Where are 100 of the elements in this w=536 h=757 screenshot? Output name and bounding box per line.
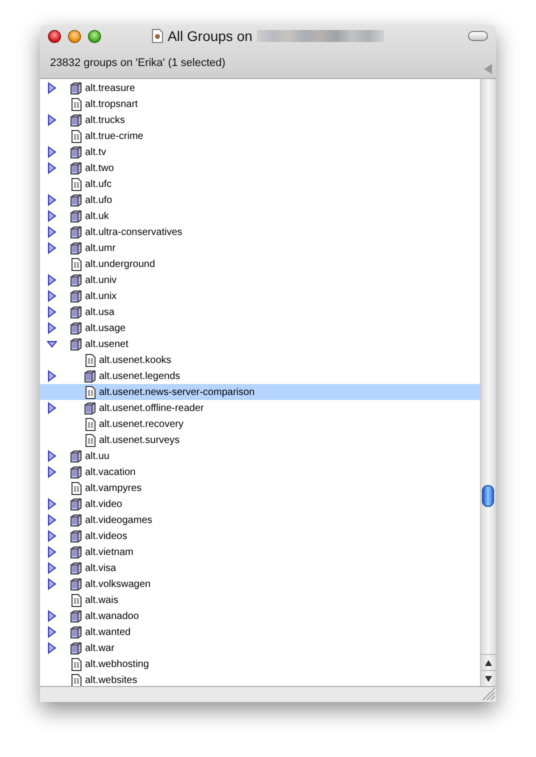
box-icon	[70, 114, 83, 126]
tree-row[interactable]: alt.usenet.offline-reader	[40, 400, 480, 416]
disclosure-triangle-icon[interactable]	[47, 306, 57, 318]
scroll-thumb[interactable]	[482, 485, 494, 507]
group-name: alt.video	[85, 498, 122, 510]
disclosure-triangle-icon[interactable]	[47, 450, 57, 462]
disclosure-triangle-icon[interactable]	[47, 562, 57, 574]
disclosure-triangle-icon[interactable]	[47, 290, 57, 302]
tree-row[interactable]: alt.websites	[40, 672, 480, 688]
window-title: All Groups on	[168, 28, 252, 44]
disclosure-triangle-icon[interactable]	[47, 402, 57, 414]
tree-row[interactable]: alt.videos	[40, 528, 480, 544]
tree-row[interactable]: alt.univ	[40, 272, 480, 288]
document-icon	[70, 258, 83, 270]
disclosure-triangle-icon[interactable]	[47, 530, 57, 542]
box-icon	[70, 146, 83, 158]
tree-row[interactable]: alt.vampyres	[40, 480, 480, 496]
minimize-button[interactable]	[68, 30, 81, 42]
tree-row[interactable]: alt.videogames	[40, 512, 480, 528]
box-icon	[70, 274, 83, 286]
tree-row[interactable]: alt.unix	[40, 288, 480, 304]
disclosure-triangle-icon[interactable]	[47, 466, 57, 478]
tree-row[interactable]: alt.umr	[40, 240, 480, 256]
tree-row[interactable]: alt.tropsnart	[40, 96, 480, 112]
disclosure-triangle-icon[interactable]	[47, 370, 57, 382]
tree-row[interactable]: alt.vacation	[40, 464, 480, 480]
tree-row[interactable]: alt.ufo	[40, 192, 480, 208]
disclosure-triangle-icon[interactable]	[47, 498, 57, 510]
tree-row[interactable]: alt.usage	[40, 320, 480, 336]
disclosure-triangle-icon[interactable]	[47, 114, 57, 126]
tree-row[interactable]: alt.tv	[40, 144, 480, 160]
document-icon	[70, 130, 83, 142]
tree-row[interactable]: alt.usenet	[40, 336, 480, 352]
disclosure-triangle-icon[interactable]	[47, 162, 57, 174]
box-icon	[70, 194, 83, 206]
box-icon	[70, 466, 83, 478]
tree-row[interactable]: alt.true-crime	[40, 128, 480, 144]
box-icon	[70, 562, 83, 574]
disclosure-triangle-icon[interactable]	[47, 626, 57, 638]
scroll-bar[interactable]	[480, 79, 496, 686]
tree-row[interactable]: alt.vietnam	[40, 544, 480, 560]
tree-row[interactable]: alt.wanadoo	[40, 608, 480, 624]
tree-row[interactable]: alt.visa	[40, 560, 480, 576]
zoom-button[interactable]	[88, 30, 101, 42]
document-icon	[84, 434, 97, 446]
disclosure-triangle-icon[interactable]	[47, 274, 57, 286]
box-icon	[70, 530, 83, 542]
close-button[interactable]	[48, 30, 61, 42]
tree-row[interactable]: alt.underground	[40, 256, 480, 272]
tree-row[interactable]: alt.volkswagen	[40, 576, 480, 592]
scroll-down-arrow-icon[interactable]	[485, 676, 492, 682]
group-name: alt.ultra-conservatives	[85, 226, 182, 238]
tree-row[interactable]: alt.video	[40, 496, 480, 512]
box-icon	[70, 610, 83, 622]
tree-row[interactable]: alt.ultra-conservatives	[40, 224, 480, 240]
group-name: alt.vampyres	[85, 482, 142, 494]
disclosure-triangle-icon[interactable]	[47, 322, 57, 334]
tree-row[interactable]: alt.uu	[40, 448, 480, 464]
disclosure-triangle-icon[interactable]	[47, 514, 57, 526]
tree-row[interactable]: alt.wais	[40, 592, 480, 608]
tree-row[interactable]: alt.usa	[40, 304, 480, 320]
tree-row[interactable]: alt.usenet.recovery	[40, 416, 480, 432]
group-name: alt.visa	[85, 562, 116, 574]
group-name: alt.usenet.surveys	[99, 434, 180, 446]
tree-row[interactable]: alt.usenet.kooks	[40, 352, 480, 368]
disclosure-triangle-icon[interactable]	[47, 146, 57, 158]
tree-row[interactable]: alt.trucks	[40, 112, 480, 128]
group-name: alt.usa	[85, 306, 114, 318]
disclosure-triangle-icon[interactable]	[47, 610, 57, 622]
disclosure-triangle-icon[interactable]	[47, 338, 57, 350]
tree-row[interactable]: alt.ufc	[40, 176, 480, 192]
tree-row[interactable]: alt.uk	[40, 208, 480, 224]
disclosure-triangle-icon[interactable]	[47, 210, 57, 222]
box-icon	[70, 306, 83, 318]
group-name: alt.usenet.recovery	[99, 418, 184, 430]
tree-row[interactable]: alt.usenet.surveys	[40, 432, 480, 448]
tree-row[interactable]: alt.treasure	[40, 80, 480, 96]
disclosure-triangle-icon[interactable]	[47, 226, 57, 238]
disclosure-triangle-icon[interactable]	[47, 578, 57, 590]
group-name: alt.umr	[85, 242, 116, 254]
tree-row[interactable]: alt.wanted	[40, 624, 480, 640]
tree-row[interactable]: alt.two	[40, 160, 480, 176]
resize-grip-icon[interactable]	[482, 687, 496, 701]
disclosure-triangle-icon[interactable]	[47, 546, 57, 558]
group-name: alt.volkswagen	[85, 578, 151, 590]
disclosure-triangle-icon[interactable]	[47, 82, 57, 94]
disclosure-triangle-icon[interactable]	[47, 242, 57, 254]
disclosure-triangle-icon[interactable]	[47, 194, 57, 206]
scroll-up-arrow-icon[interactable]	[485, 660, 492, 666]
tree-row[interactable]: alt.war	[40, 640, 480, 656]
tree-row[interactable]: alt.usenet.legends	[40, 368, 480, 384]
box-icon	[70, 322, 83, 334]
group-name: alt.ufc	[85, 178, 112, 190]
disclosure-triangle-icon[interactable]	[47, 642, 57, 654]
tree-row[interactable]: alt.webhosting	[40, 656, 480, 672]
box-icon	[70, 642, 83, 654]
group-name: alt.trucks	[85, 114, 126, 126]
tree-row[interactable]: alt.usenet.news-server-comparison	[40, 384, 480, 400]
toolbar-toggle-button[interactable]	[468, 31, 488, 41]
box-icon	[70, 450, 83, 462]
